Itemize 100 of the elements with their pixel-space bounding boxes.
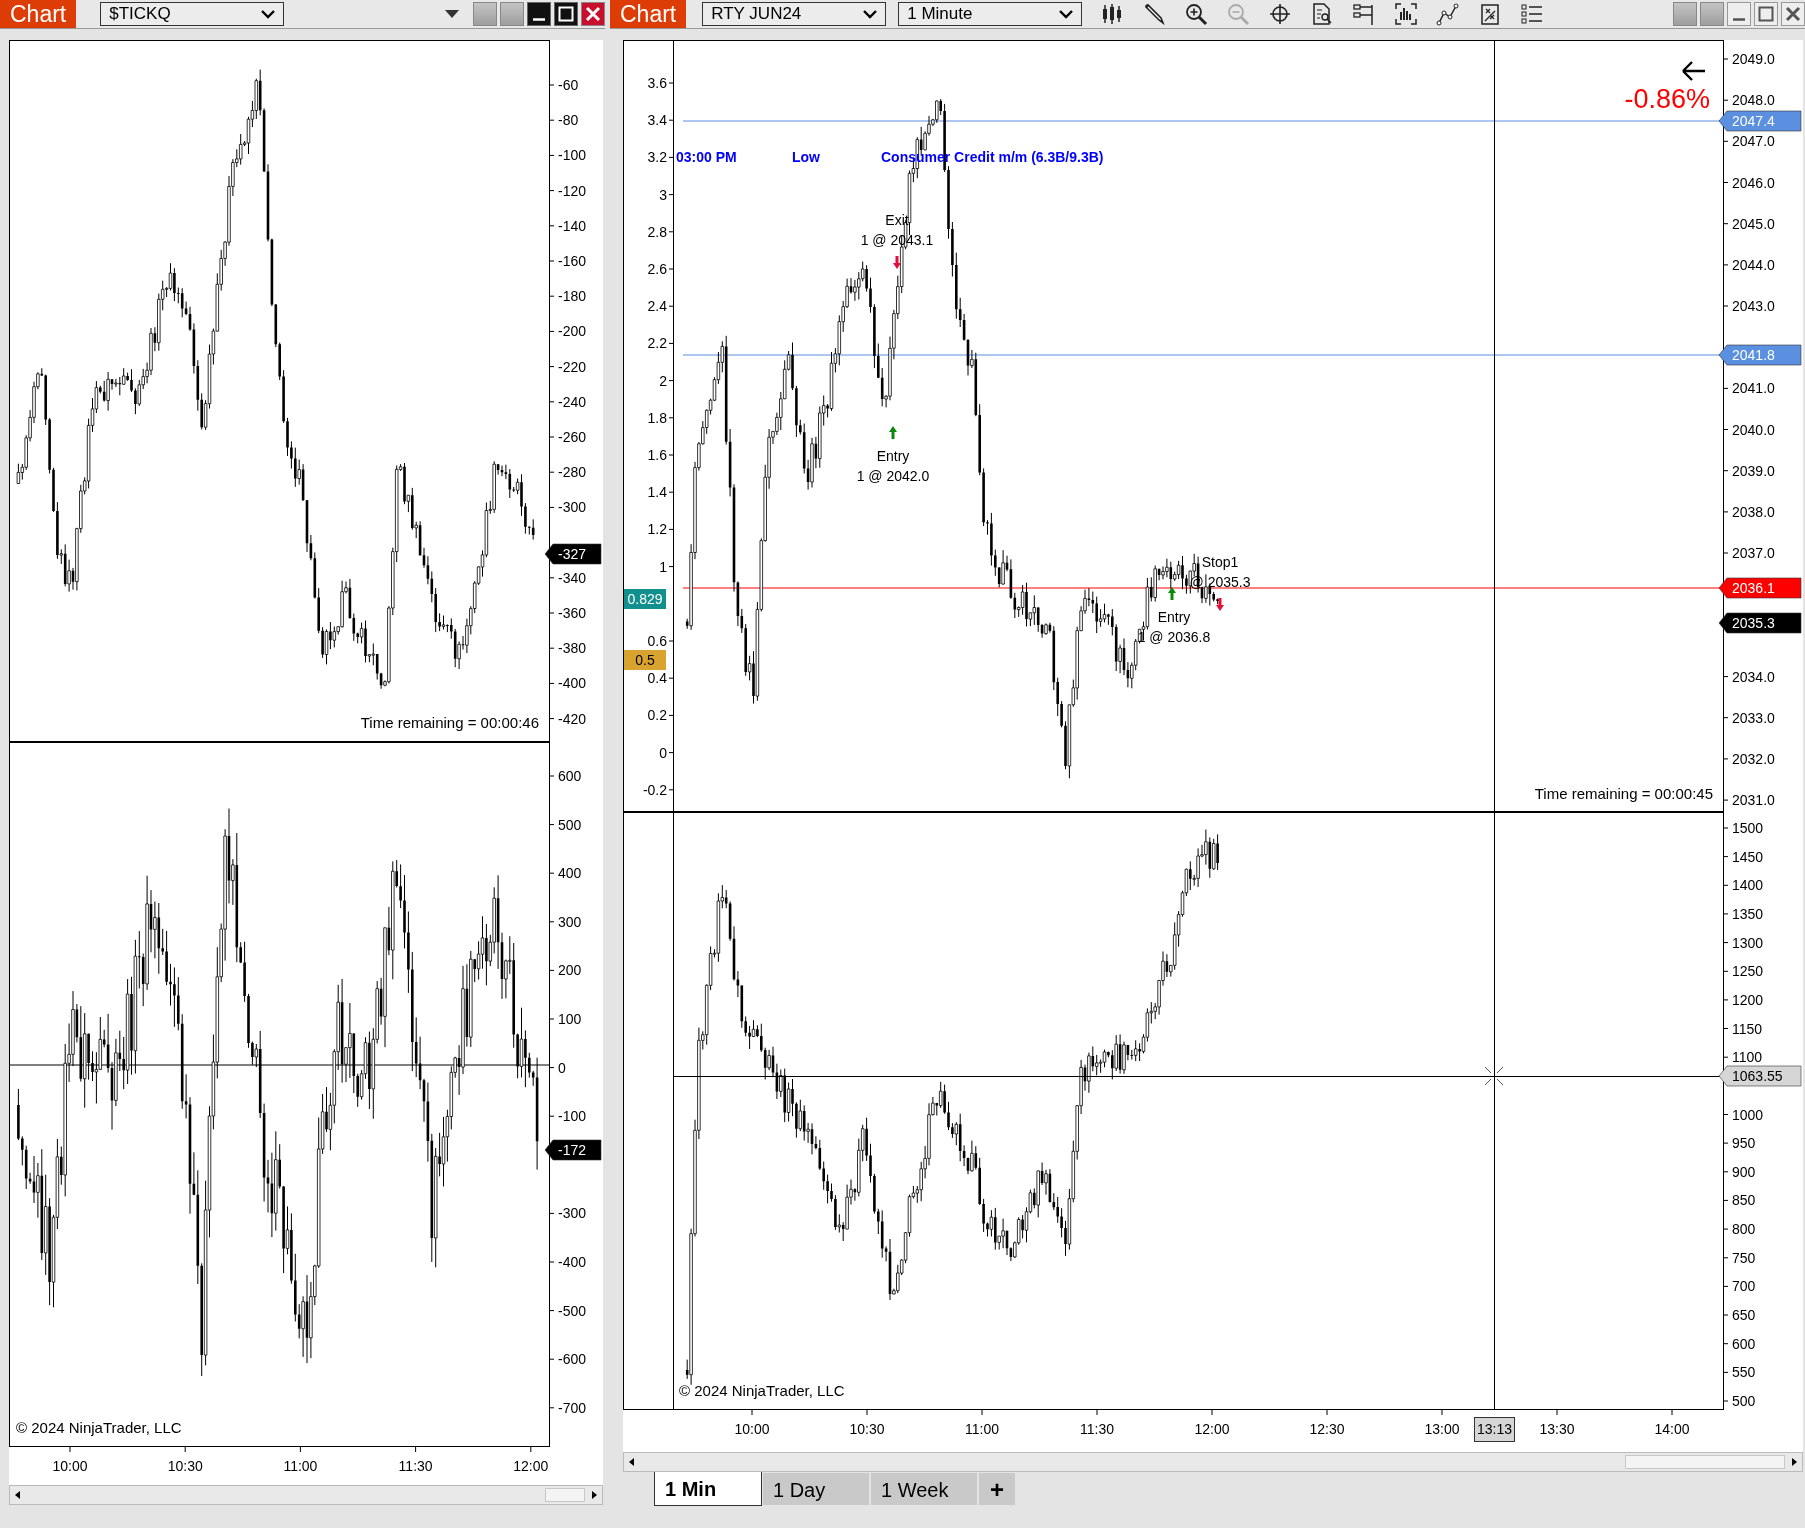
trade-price-label: 1 @ 2036.8	[1137, 629, 1211, 645]
scrollbar[interactable]	[9, 1485, 603, 1505]
percent-change: -0.86%	[1624, 84, 1710, 114]
list-icon[interactable]	[1520, 2, 1545, 26]
axis-label: -100	[558, 1108, 587, 1125]
axis-label: 12:00	[1194, 1421, 1230, 1437]
caret-icon[interactable]	[444, 9, 460, 19]
chevron-icon	[261, 9, 276, 19]
crosshair-time-label: 13:13	[1474, 1417, 1515, 1442]
minimize-button[interactable]	[527, 2, 551, 26]
chart-tab[interactable]: Chart	[0, 0, 77, 28]
timeframe-tab[interactable]: 1 Week	[870, 1472, 978, 1506]
event-label: 03:00 PM	[676, 149, 737, 165]
axis-label: -260	[558, 429, 587, 445]
axis-label: 2039.0	[1732, 462, 1775, 479]
axis-label: 13:30	[1539, 1421, 1575, 1437]
minimize-icon	[1733, 17, 1745, 21]
back-arrow-icon[interactable]	[1681, 60, 1707, 82]
axis-label: 1.6	[647, 447, 667, 463]
price-marker: 2041.8	[1718, 344, 1802, 366]
axis-label: -140	[558, 217, 587, 234]
axis-label: 1250	[1732, 963, 1764, 980]
axis-label: 600	[558, 768, 582, 784]
axis-label: -240	[558, 393, 587, 410]
axis-label: 1400	[1732, 877, 1764, 894]
instrument-dropdown[interactable]: $TICKQ	[100, 2, 285, 26]
axis-label: 10:30	[167, 1458, 203, 1474]
scrollbar[interactable]	[623, 1452, 1803, 1472]
axis-label: 2047.0	[1732, 133, 1775, 150]
axis-label: -0.2	[642, 781, 667, 798]
interval-dropdown[interactable]: 1 Minute	[898, 2, 1083, 26]
timeframe-tab[interactable]: 1 Min	[654, 1472, 762, 1506]
axis-label: 2048.0	[1732, 92, 1775, 109]
line-chart-icon[interactable]	[1436, 2, 1461, 26]
axis-label: 0	[659, 744, 667, 761]
axis-label: 1.8	[647, 409, 667, 426]
axis-label: 600	[1732, 1335, 1756, 1352]
price-marker: -172	[544, 1139, 602, 1161]
axis-label: -300	[558, 1205, 587, 1222]
axis-label: 1.4	[647, 484, 667, 501]
maximize-button[interactable]	[1754, 2, 1778, 26]
copyright-label: © 2024 NinjaTrader, LLC	[679, 1382, 845, 1399]
axis-label: 800	[1732, 1221, 1756, 1238]
event-label: Low	[792, 149, 820, 165]
trade-arrow-icon	[889, 426, 897, 439]
scroll-right-icon[interactable]	[1789, 1457, 1799, 1467]
close-button[interactable]	[581, 2, 605, 26]
trade-arrow-icon	[1216, 598, 1224, 611]
axis-label: -340	[558, 569, 587, 586]
axis-label: 2038.0	[1732, 503, 1775, 520]
axis-label: 500	[1732, 1393, 1756, 1409]
axis-label: -120	[558, 182, 587, 199]
axis-label: -80	[558, 112, 579, 129]
zoom-in-icon[interactable]	[1184, 2, 1209, 26]
price-marker: 2036.1	[1718, 577, 1802, 599]
price-marker: -327	[544, 543, 602, 565]
bar-chart-icon[interactable]	[1394, 2, 1419, 26]
value-marker: 0.829	[624, 589, 666, 609]
axis-label: 2	[659, 372, 667, 389]
axis-label: 2034.0	[1732, 668, 1775, 685]
axis-label: 2043.0	[1732, 298, 1775, 314]
crosshair-icon[interactable]	[1268, 2, 1293, 26]
axis-label: 11:00	[283, 1458, 318, 1474]
axis-label: 2.2	[647, 335, 667, 352]
axis-label: 950	[1732, 1135, 1756, 1152]
axis-label: 100	[558, 1011, 582, 1027]
axis-label: 1.2	[647, 521, 667, 538]
axis-label: 2.4	[647, 298, 667, 315]
chevron-icon	[1059, 9, 1074, 19]
scrollbar-thumb[interactable]	[1625, 1455, 1785, 1469]
close-button[interactable]	[1781, 2, 1805, 26]
scroll-left-icon[interactable]	[627, 1457, 637, 1467]
scroll-left-icon[interactable]	[13, 1490, 23, 1500]
axis-label: -280	[558, 464, 587, 481]
time-remaining-label: Time remaining = 00:00:46	[360, 714, 539, 731]
axis-label: 2032.0	[1732, 750, 1775, 767]
trade-label: Exit	[885, 212, 909, 228]
scrollbar-thumb[interactable]	[545, 1488, 585, 1502]
trade-arrow-icon	[1168, 587, 1176, 600]
time-remaining-label: Time remaining = 00:00:45	[1534, 785, 1713, 802]
axis-label: 12:00	[513, 1458, 549, 1474]
axis-label: 2031.0	[1732, 792, 1775, 809]
trade-label: Stop1	[1201, 554, 1239, 570]
chart-tab[interactable]: Chart	[610, 0, 687, 28]
axis-label: 3.4	[647, 112, 667, 129]
axis-label: 10:30	[849, 1421, 885, 1437]
axis-label: -360	[558, 605, 587, 621]
axis-label: -420	[558, 710, 587, 727]
scroll-right-icon[interactable]	[589, 1490, 599, 1500]
instrument-dropdown[interactable]: RTY JUN24	[702, 2, 887, 26]
axis-label: 11:00	[965, 1421, 999, 1437]
add-tab-button[interactable]: +	[978, 1472, 1016, 1506]
timeframe-tab[interactable]: 1 Day	[762, 1472, 870, 1506]
axis-label: 1100	[1732, 1049, 1763, 1066]
axis-label: 3.6	[647, 75, 667, 91]
pencil-icon[interactable]	[1142, 2, 1167, 26]
axis-label: 2.8	[647, 223, 667, 240]
maximize-button[interactable]	[554, 2, 578, 26]
axis-label: 2037.0	[1732, 545, 1775, 562]
axis-label: -400	[558, 1254, 587, 1270]
